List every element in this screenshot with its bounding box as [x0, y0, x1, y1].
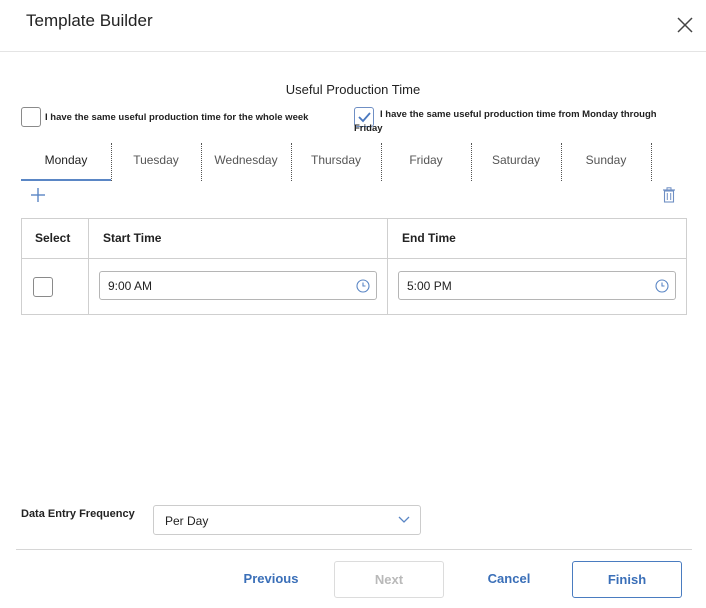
- footer-divider: [16, 549, 692, 550]
- clock-icon[interactable]: [356, 279, 370, 293]
- weekday-tabs: Monday Tuesday Wednesday Thursday Friday…: [21, 141, 671, 181]
- tab-wednesday[interactable]: Wednesday: [201, 141, 291, 181]
- frequency-select[interactable]: Per Day: [153, 505, 421, 535]
- section-title: Useful Production Time: [285, 82, 421, 97]
- frequency-label: Data Entry Frequency: [21, 508, 135, 520]
- clock-icon[interactable]: [655, 279, 669, 293]
- whole-week-label: I have the same useful production time f…: [45, 112, 309, 123]
- column-divider: [387, 219, 388, 314]
- grid-header: Select Start Time End Time: [22, 219, 686, 259]
- tab-friday[interactable]: Friday: [381, 141, 471, 181]
- tab-monday[interactable]: Monday: [21, 141, 111, 181]
- finish-button[interactable]: Finish: [572, 561, 682, 598]
- weekdays-label: I have the same useful production time f…: [354, 109, 657, 134]
- tab-sunday[interactable]: Sunday: [561, 141, 651, 181]
- dialog-header: Template Builder: [0, 0, 706, 52]
- cancel-button[interactable]: Cancel: [464, 561, 554, 598]
- end-time-value: 5:00 PM: [407, 279, 452, 293]
- production-time-grid: Select Start Time End Time 9:00 AM 5:00 …: [21, 218, 687, 315]
- column-header-start-time: Start Time: [103, 231, 162, 245]
- close-icon: [677, 17, 693, 33]
- column-header-select: Select: [35, 231, 71, 245]
- close-button[interactable]: [672, 12, 698, 38]
- end-time-input[interactable]: 5:00 PM: [398, 271, 676, 300]
- column-header-end-time: End Time: [402, 231, 456, 245]
- whole-week-checkbox[interactable]: [21, 107, 41, 127]
- add-row-button[interactable]: [28, 185, 48, 205]
- chevron-down-icon: [398, 516, 410, 523]
- start-time-input[interactable]: 9:00 AM: [99, 271, 377, 300]
- next-button[interactable]: Next: [334, 561, 444, 598]
- dialog-title: Template Builder: [26, 11, 153, 30]
- delete-row-button[interactable]: [660, 186, 678, 204]
- previous-button[interactable]: Previous: [226, 561, 316, 598]
- plus-icon: [31, 188, 45, 202]
- frequency-value: Per Day: [165, 514, 209, 528]
- trash-icon: [663, 187, 675, 203]
- start-time-value: 9:00 AM: [108, 279, 153, 293]
- tab-saturday[interactable]: Saturday: [471, 141, 561, 181]
- column-divider: [88, 219, 89, 314]
- row-select-checkbox[interactable]: [33, 277, 53, 297]
- tab-tuesday[interactable]: Tuesday: [111, 141, 201, 181]
- tab-divider: [651, 143, 652, 181]
- tab-thursday[interactable]: Thursday: [291, 141, 381, 181]
